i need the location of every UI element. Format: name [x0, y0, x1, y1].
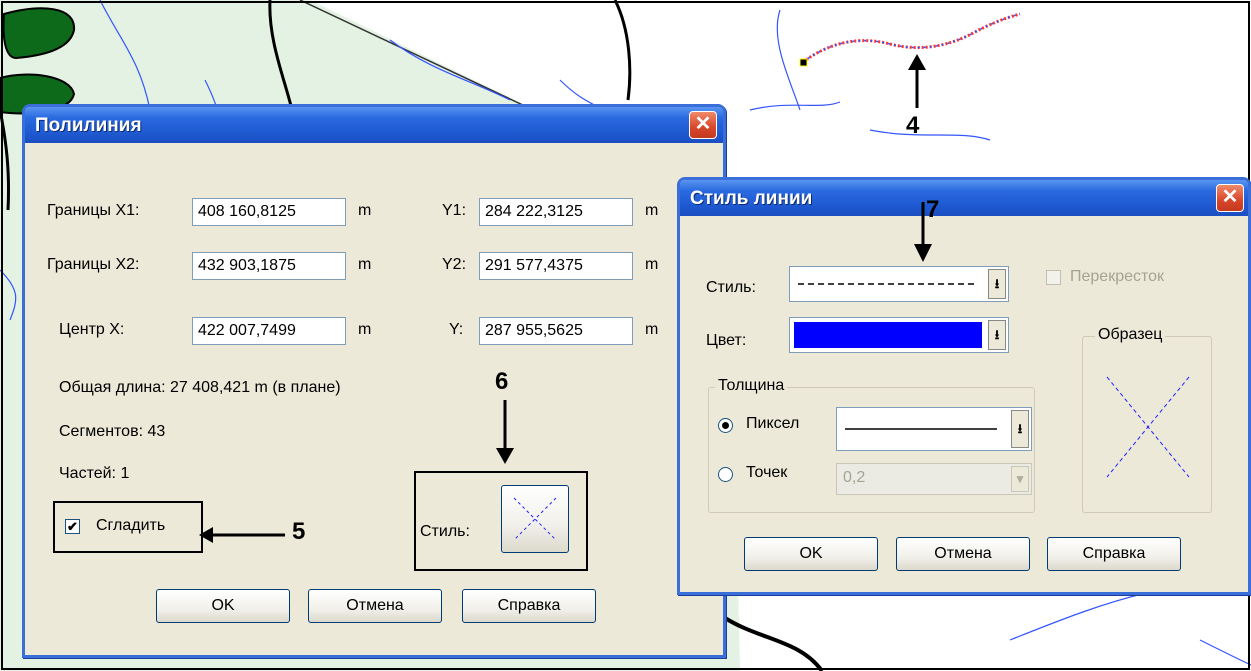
- style-label: Стиль:: [420, 523, 470, 540]
- style-preview-button[interactable]: [501, 485, 569, 553]
- sample-group-title: Образец: [1095, 326, 1166, 344]
- chevron-down-icon[interactable]: ▾: [1011, 466, 1029, 492]
- polyline-dialog: Полилиния ✕ Границы X1: 408 160,8125 m Y…: [22, 104, 726, 658]
- color-dropdown[interactable]: ⭳: [789, 317, 1009, 353]
- crossing-label[interactable]: Перекресток: [1070, 268, 1164, 286]
- line-style-dialog: Стиль линии ✕ Стиль: ⭳ Перекресток Цвет:…: [677, 177, 1251, 595]
- points-radio[interactable]: [718, 467, 733, 482]
- smooth-label[interactable]: Сгладить: [96, 517, 165, 535]
- pixel-label[interactable]: Пиксел: [746, 415, 799, 433]
- pixel-width-dropdown[interactable]: ⭳: [836, 407, 1032, 451]
- dash-line-preview: [798, 283, 975, 285]
- bounds-x2-unit: m: [358, 256, 372, 273]
- close-button[interactable]: ✕: [689, 111, 717, 139]
- points-value: 0,2: [843, 469, 866, 486]
- center-x-unit: m: [358, 321, 372, 338]
- segments-text: Сегментов: 43: [59, 423, 166, 440]
- crossing-checkbox[interactable]: [1046, 270, 1061, 285]
- annotation-label-6: 6: [495, 368, 509, 395]
- sample-x-pattern: [1106, 376, 1190, 478]
- style-label: Стиль:: [706, 279, 756, 296]
- center-x-field[interactable]: 422 007,7499: [192, 317, 346, 345]
- color-swatch: [794, 322, 982, 348]
- polyline-start-node[interactable]: [799, 58, 808, 67]
- bounds-x1-field[interactable]: 408 160,8125: [192, 198, 346, 226]
- bounds-x2-field[interactable]: 432 903,1875: [192, 252, 346, 280]
- y1-unit: m: [645, 202, 659, 219]
- sample-group: Образец: [1082, 326, 1212, 513]
- thickness-group-title: Толщина: [715, 377, 788, 395]
- help-button[interactable]: Справка: [462, 589, 596, 623]
- center-y-unit: m: [645, 321, 659, 338]
- bounds-x1-unit: m: [358, 202, 372, 219]
- chevron-down-icon[interactable]: ⭳: [988, 320, 1006, 350]
- line-style-dialog-title: Стиль линии: [690, 188, 813, 209]
- polyline-dialog-titlebar[interactable]: Полилиния ✕: [25, 107, 723, 143]
- chevron-down-icon[interactable]: ⭳: [988, 269, 1006, 299]
- ok-button[interactable]: OK: [744, 537, 878, 571]
- solid-line-preview: [845, 428, 997, 430]
- close-button[interactable]: ✕: [1216, 184, 1244, 212]
- annotation-arrow-6: [496, 400, 514, 464]
- center-y-label: Y:: [449, 321, 464, 338]
- center-y-field[interactable]: 287 955,5625: [479, 317, 633, 345]
- cancel-button[interactable]: Отмена: [308, 589, 442, 623]
- y1-label: Y1:: [442, 202, 467, 219]
- y2-field[interactable]: 291 577,4375: [479, 252, 633, 280]
- smooth-checkbox[interactable]: ✔: [65, 519, 80, 534]
- annotation-label-5: 5: [292, 518, 306, 545]
- center-x-label: Центр X:: [59, 321, 125, 338]
- cancel-button[interactable]: Отмена: [896, 537, 1030, 571]
- points-label[interactable]: Точек: [746, 464, 787, 482]
- close-icon: ✕: [694, 113, 712, 135]
- points-dropdown[interactable]: 0,2 ▾: [836, 463, 1032, 495]
- chevron-down-icon[interactable]: ⭳: [1011, 410, 1029, 448]
- annotation-arrow-7: [914, 202, 932, 262]
- bounds-x2-label: Границы X2:: [47, 256, 140, 273]
- line-style-sample-icon: [513, 497, 557, 541]
- color-label: Цвет:: [706, 332, 747, 349]
- style-dropdown[interactable]: ⭳: [789, 266, 1009, 302]
- ok-button[interactable]: OK: [156, 589, 290, 623]
- y1-field[interactable]: 284 222,3125: [479, 198, 633, 226]
- pixel-radio[interactable]: [718, 418, 733, 433]
- annotation-arrow-5: [199, 527, 285, 543]
- parts-text: Частей: 1: [59, 465, 130, 482]
- close-icon: ✕: [1221, 186, 1239, 208]
- polyline-dialog-title: Полилиния: [35, 115, 142, 136]
- y2-unit: m: [645, 256, 659, 273]
- bounds-x1-label: Границы X1:: [47, 202, 140, 219]
- line-style-dialog-titlebar[interactable]: Стиль линии ✕: [680, 180, 1248, 216]
- total-length-text: Общая длина: 27 408,421 m (в плане): [59, 379, 341, 396]
- help-button[interactable]: Справка: [1047, 537, 1181, 571]
- annotation-label-4: 4: [906, 112, 920, 139]
- y2-label: Y2:: [442, 256, 467, 273]
